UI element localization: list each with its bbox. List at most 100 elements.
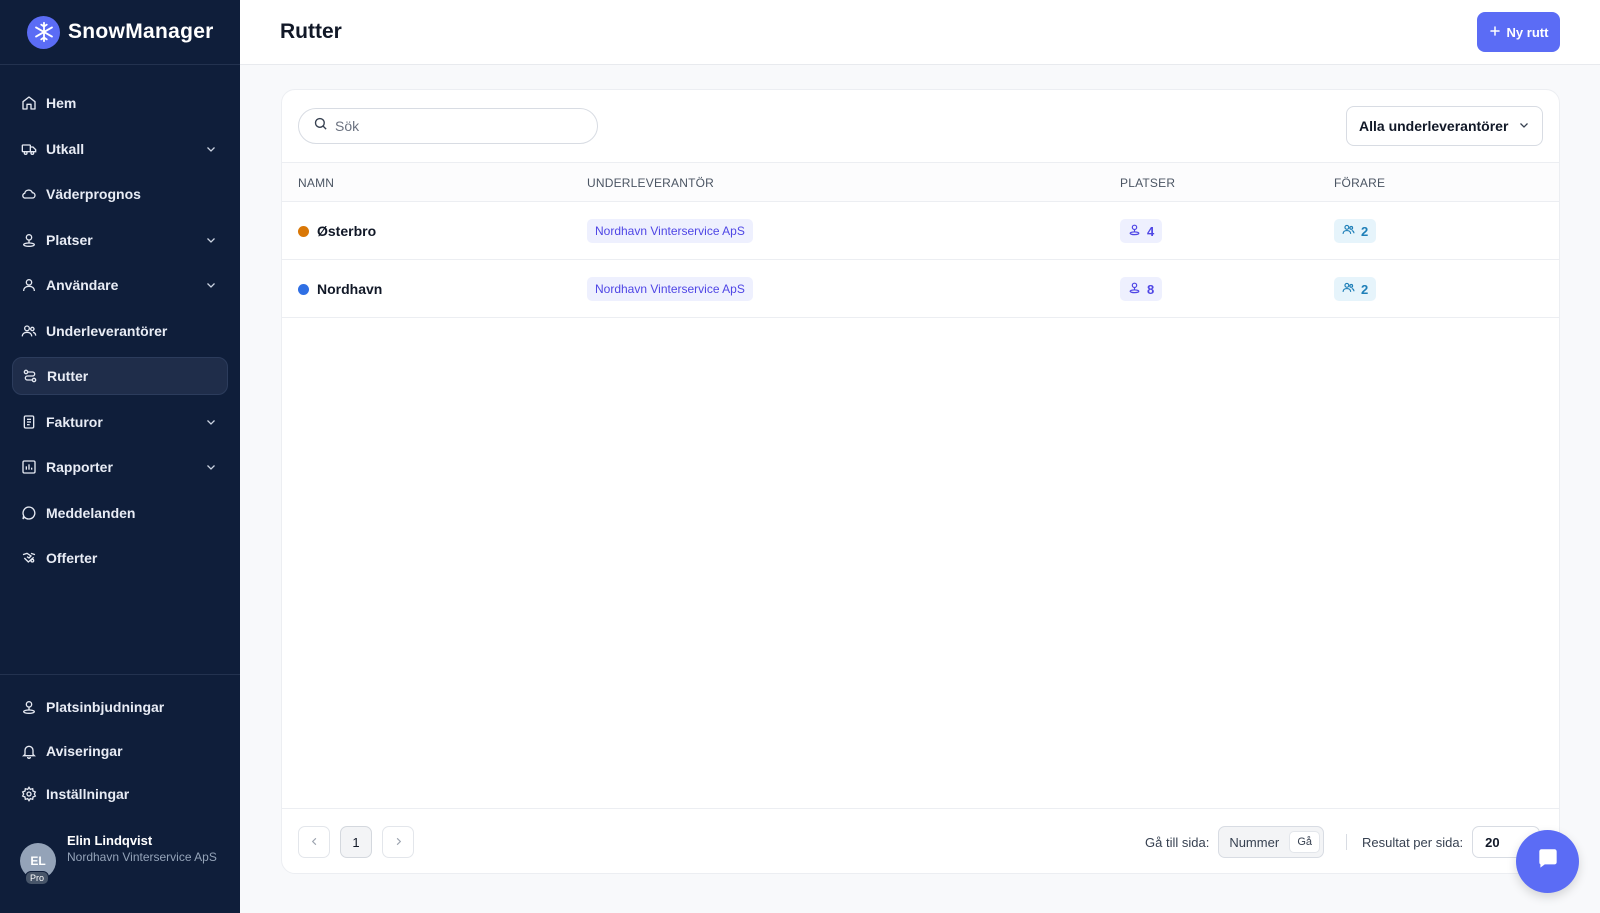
sidebar-item-label: Underleverantörer bbox=[46, 322, 168, 339]
truck-icon bbox=[21, 141, 37, 157]
secondary-nav: Platsinbjudningar Aviseringar Inställnin… bbox=[12, 688, 228, 819]
sidebar-item-offerter[interactable]: Offerter bbox=[12, 539, 228, 577]
places-count: 8 bbox=[1147, 281, 1155, 297]
user-name: Elin Lindqvist bbox=[67, 833, 153, 848]
sidebar-item-underleverantorer[interactable]: Underleverantörer bbox=[12, 312, 228, 350]
chevron-down-icon[interactable] bbox=[204, 278, 218, 292]
plus-icon bbox=[1489, 25, 1501, 40]
sidebar-item-label: Meddelanden bbox=[46, 504, 136, 521]
handshake-icon bbox=[21, 550, 37, 566]
users-icon bbox=[1342, 223, 1355, 239]
sidebar-item-label: Inställningar bbox=[46, 786, 130, 802]
sidebar-item-label: Platsinbjudningar bbox=[46, 699, 165, 715]
goto-button[interactable]: Gå bbox=[1289, 831, 1320, 853]
user-company: Nordhavn Vinterservice ApS bbox=[67, 850, 217, 864]
page-title: Rutter bbox=[280, 20, 342, 43]
home-icon bbox=[21, 95, 37, 111]
sidebar-item-label: Fakturor bbox=[46, 413, 103, 430]
user-profile[interactable]: EL Pro Elin Lindqvist Nordhavn Vinterser… bbox=[20, 832, 220, 885]
route-icon bbox=[22, 368, 38, 384]
column-header-name[interactable]: NAMN bbox=[298, 176, 334, 190]
table-row[interactable]: Østerbro Nordhavn Vinterservice ApS 4 2 bbox=[282, 202, 1559, 260]
search-icon bbox=[313, 116, 328, 136]
sidebar-item-aviseringar[interactable]: Aviseringar bbox=[12, 732, 228, 770]
chevron-down-icon[interactable] bbox=[204, 415, 218, 429]
sidebar-item-meddelanden[interactable]: Meddelanden bbox=[12, 494, 228, 532]
sidebar-item-label: Aviseringar bbox=[46, 742, 123, 759]
message-icon bbox=[21, 505, 37, 521]
location-pin-icon bbox=[21, 232, 37, 248]
new-route-label: Ny rutt bbox=[1506, 24, 1549, 40]
sidebar-divider bbox=[0, 674, 240, 675]
search-box[interactable] bbox=[298, 108, 598, 144]
location-pin-icon bbox=[1128, 281, 1141, 297]
search-input[interactable] bbox=[335, 118, 575, 134]
sidebar-item-fakturor[interactable]: Fakturor bbox=[12, 403, 228, 441]
sidebar-item-vaderprognos[interactable]: Väderprognos bbox=[12, 175, 228, 213]
sidebar: SnowManager Hem Utkall Väderprognos Plat… bbox=[0, 0, 240, 913]
sidebar-item-anvandare[interactable]: Användare bbox=[12, 266, 228, 304]
chat-icon bbox=[1535, 846, 1561, 877]
new-route-button[interactable]: Ny rutt bbox=[1477, 12, 1560, 52]
places-count-badge[interactable]: 4 bbox=[1120, 219, 1163, 243]
results-per-page: Resultat per sida: 20 bbox=[1362, 826, 1541, 858]
subcontractor-badge[interactable]: Nordhavn Vinterservice ApS bbox=[587, 219, 753, 243]
sidebar-item-label: Hem bbox=[46, 95, 77, 111]
sidebar-item-label: Användare bbox=[46, 277, 119, 293]
places-count-badge[interactable]: 8 bbox=[1120, 277, 1163, 301]
routes-card: Alla underleverantörer NAMN UNDERLEVERAN… bbox=[281, 89, 1560, 874]
main-nav: Hem Utkall Väderprognos Platser Användar… bbox=[12, 84, 228, 585]
next-page-button[interactable] bbox=[382, 826, 414, 858]
chevron-down-icon[interactable] bbox=[204, 233, 218, 247]
chat-launcher-button[interactable] bbox=[1516, 830, 1579, 893]
sidebar-item-platsinbjudningar[interactable]: Platsinbjudningar bbox=[12, 688, 228, 726]
sidebar-item-label: Rapporter bbox=[46, 459, 113, 475]
sidebar-item-utkall[interactable]: Utkall bbox=[12, 130, 228, 168]
table-row[interactable]: Nordhavn Nordhavn Vinterservice ApS 8 2 bbox=[282, 260, 1559, 318]
pagination-bar: 1 Gå till sida: Nummer Gå Resultat per s… bbox=[282, 808, 1559, 873]
location-pin-icon bbox=[1128, 223, 1141, 239]
sidebar-item-label: Platser bbox=[46, 231, 93, 248]
chevron-down-icon[interactable] bbox=[204, 142, 218, 156]
chevron-down-icon[interactable] bbox=[204, 460, 218, 474]
drivers-count: 2 bbox=[1361, 281, 1369, 297]
column-header-drivers[interactable]: FÖRARE bbox=[1334, 176, 1385, 190]
users-icon bbox=[1342, 281, 1355, 297]
avatar-initials: EL bbox=[30, 854, 46, 868]
goto-group: Nummer Gå bbox=[1218, 826, 1324, 858]
goto-page-input[interactable]: Nummer bbox=[1229, 835, 1289, 850]
bell-icon bbox=[21, 743, 37, 759]
goto-page: Gå till sida: Nummer Gå bbox=[1145, 826, 1324, 858]
subcontractor-badge[interactable]: Nordhavn Vinterservice ApS bbox=[587, 277, 753, 301]
route-name[interactable]: Nordhavn bbox=[317, 281, 382, 297]
sidebar-item-rapporter[interactable]: Rapporter bbox=[12, 448, 228, 486]
drivers-count-badge[interactable]: 2 bbox=[1334, 219, 1377, 243]
plan-badge: Pro bbox=[25, 871, 50, 885]
sidebar-item-label: Utkall bbox=[46, 140, 85, 157]
gear-icon bbox=[21, 786, 37, 802]
chevron-down-icon bbox=[1518, 118, 1530, 134]
avatar: EL Pro bbox=[20, 843, 56, 885]
app-logo[interactable]: SnowManager bbox=[0, 0, 240, 65]
page-header: Rutter Ny rutt bbox=[240, 0, 1600, 65]
sidebar-item-rutter[interactable]: Rutter bbox=[12, 357, 228, 395]
column-header-subcontractor[interactable]: UNDERLEVERANTÖR bbox=[587, 176, 714, 190]
chart-icon bbox=[21, 459, 37, 475]
sidebar-item-label: Väderprognos bbox=[46, 186, 141, 202]
places-count: 4 bbox=[1147, 223, 1155, 239]
route-name[interactable]: Østerbro bbox=[317, 223, 376, 239]
route-color-dot bbox=[298, 225, 309, 237]
app-name: SnowManager bbox=[68, 20, 214, 43]
per-page-value: 20 bbox=[1485, 834, 1500, 850]
sidebar-item-hem[interactable]: Hem bbox=[12, 84, 228, 122]
page-button-current[interactable]: 1 bbox=[340, 826, 372, 858]
prev-page-button[interactable] bbox=[298, 826, 330, 858]
sidebar-item-label: Rutter bbox=[47, 368, 89, 384]
route-color-dot bbox=[298, 283, 309, 295]
subcontractor-filter-select[interactable]: Alla underleverantörer bbox=[1346, 106, 1543, 146]
drivers-count-badge[interactable]: 2 bbox=[1334, 277, 1377, 301]
sidebar-item-installningar[interactable]: Inställningar bbox=[12, 775, 228, 813]
sidebar-item-platser[interactable]: Platser bbox=[12, 221, 228, 259]
chevron-left-icon bbox=[309, 835, 320, 850]
column-header-places[interactable]: PLATSER bbox=[1120, 176, 1175, 190]
